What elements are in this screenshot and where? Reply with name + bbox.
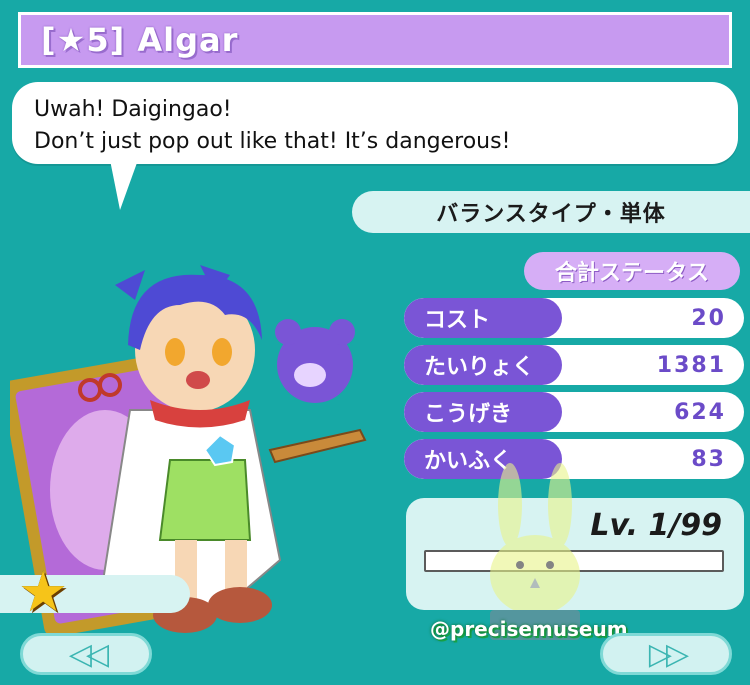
stat-row-cost: コスト 20 <box>404 298 744 338</box>
speech-bubble-tail <box>110 160 138 210</box>
prev-button[interactable]: ◁◁ <box>20 633 152 675</box>
total-status-button[interactable]: 合計ステータス <box>524 252 740 290</box>
character-title: [★5] Algar <box>41 21 239 59</box>
rarity-star-icon: ★ <box>18 560 69 625</box>
character-illustration <box>10 265 367 637</box>
stat-row-hp: たいりょく 1381 <box>404 345 744 385</box>
stat-label: こうげき <box>404 392 562 432</box>
bear-plush-icon <box>275 319 355 403</box>
level-text: Lv. 1/99 <box>590 508 722 543</box>
stat-value: 1381 <box>656 352 726 378</box>
watermark: @precisemuseum <box>430 617 628 641</box>
next-button[interactable]: ▷▷ <box>600 633 732 675</box>
stat-value: 624 <box>674 399 726 425</box>
stat-label: コスト <box>404 298 562 338</box>
stat-row-attack: こうげき 624 <box>404 392 744 432</box>
stat-label: たいりょく <box>404 345 562 385</box>
stat-value: 83 <box>691 446 726 472</box>
stat-value: 20 <box>691 305 726 331</box>
dialogue-line-2: Don’t just pop out like that! It’s dange… <box>34 129 511 154</box>
type-label: バランスタイプ・単体 <box>352 191 750 233</box>
speech-bubble: Uwah! Daigingao! Don’t just pop out like… <box>12 82 738 164</box>
dialogue-line-1: Uwah! Daigingao! <box>34 97 232 122</box>
title-bar: [★5] Algar <box>18 12 732 68</box>
